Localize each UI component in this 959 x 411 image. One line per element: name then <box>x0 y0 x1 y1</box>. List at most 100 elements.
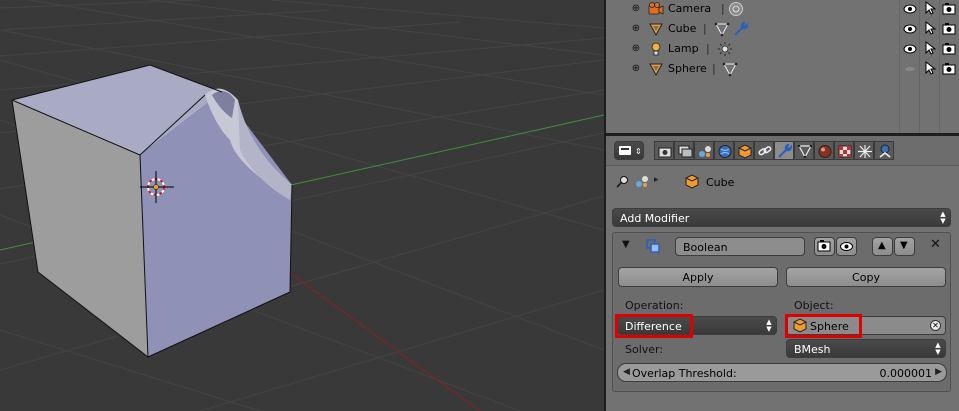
lamp-data-icon[interactable] <box>717 41 733 57</box>
expand-icon[interactable]: ⊕ <box>631 44 641 54</box>
3d-viewport[interactable] <box>0 0 604 411</box>
outliner-item-lamp[interactable]: ⊕ Lamp | <box>606 39 959 59</box>
object-cube-icon <box>685 174 699 189</box>
svg-text:⇕: ⇕ <box>635 147 642 156</box>
expand-icon[interactable]: ⊕ <box>631 24 641 34</box>
select-cursor-icon[interactable] <box>924 61 936 75</box>
remove-modifier-close-icon[interactable]: ✕ <box>930 237 941 252</box>
boolean-modifier-panel: ▼ Boolean ▲ ▼ ✕ Apply Copy Operation: Ob… <box>612 232 951 392</box>
outliner-item-sphere[interactable]: ⊕ Sphere | <box>606 59 959 79</box>
tab-material[interactable] <box>814 141 834 160</box>
add-modifier-label: Add Modifier <box>620 212 690 225</box>
copy-button[interactable]: Copy <box>786 267 946 287</box>
dropdown-arrows-icon: ▲ ▼ <box>766 318 772 333</box>
boolean-modifier-icon <box>646 239 660 253</box>
dropdown-arrows-icon: ▲ ▼ <box>940 210 946 225</box>
camera-render-icon <box>817 240 831 252</box>
mesh-data-tab-icon <box>797 144 813 159</box>
overlap-threshold-slider[interactable]: ◀ Overlap Threshold: 0.000001 ▶ <box>617 363 947 382</box>
eye-icon <box>840 242 853 251</box>
solver-label: Solver: <box>625 343 664 356</box>
select-cursor-icon[interactable] <box>924 21 936 35</box>
editor-type-menu[interactable]: ⇕ <box>614 141 644 160</box>
decrement-arrow-icon[interactable]: ◀ <box>623 367 630 377</box>
move-down-button[interactable]: ▼ <box>894 237 915 256</box>
tab-object-data[interactable] <box>794 141 814 160</box>
render-camera-icon[interactable] <box>942 22 956 36</box>
apply-button[interactable]: Apply <box>618 267 778 287</box>
tab-object[interactable] <box>734 141 754 160</box>
scene-icon <box>699 146 711 157</box>
overlap-threshold-label: Overlap Threshold: <box>632 367 737 380</box>
select-cursor-icon[interactable] <box>924 41 936 55</box>
properties-editor-icon: ⇕ <box>619 146 642 156</box>
collapse-triangle-icon[interactable]: ▼ <box>622 239 630 250</box>
overlap-threshold-value: 0.000001 <box>879 367 933 380</box>
constraints-chain-icon <box>758 146 772 156</box>
physics-icon <box>879 144 891 158</box>
mesh-object-icon <box>649 23 663 36</box>
render-camera-icon[interactable] <box>942 42 956 56</box>
camera-data-icon[interactable] <box>728 1 744 17</box>
mesh-data-icon[interactable] <box>714 21 730 37</box>
tab-physics[interactable] <box>874 141 894 160</box>
tab-particles[interactable] <box>854 141 874 160</box>
outliner-item-label[interactable]: Sphere <box>668 62 707 75</box>
tab-modifiers[interactable] <box>774 141 794 160</box>
particles-icon <box>858 145 872 158</box>
context-object-name: Cube <box>706 176 735 189</box>
outliner-item-label[interactable]: Lamp <box>668 42 699 55</box>
pin-icon[interactable] <box>614 174 630 190</box>
visibility-eye-icon[interactable] <box>903 22 917 36</box>
add-modifier-dropdown[interactable]: Add Modifier ▲ ▼ <box>612 208 951 227</box>
render-toggle-button[interactable] <box>814 237 835 256</box>
tab-world[interactable] <box>714 141 734 160</box>
mesh-data-icon[interactable] <box>722 61 738 77</box>
viewport-toggle-button[interactable] <box>836 237 857 256</box>
expand-icon[interactable]: ⊕ <box>631 4 641 14</box>
visibility-eye-hidden-icon[interactable] <box>903 62 917 76</box>
object-cube-icon <box>738 144 752 159</box>
expand-icon[interactable]: ⊕ <box>631 64 641 74</box>
select-cursor-icon[interactable] <box>924 1 936 15</box>
dropdown-arrows-icon: ▲ ▼ <box>935 341 941 356</box>
tab-scene[interactable] <box>694 141 714 160</box>
render-layers-icon <box>678 145 693 158</box>
wrench-icon <box>778 144 793 158</box>
visibility-eye-icon[interactable] <box>903 2 917 16</box>
arrow-up-icon: ▲ <box>878 240 886 251</box>
increment-arrow-icon[interactable]: ▶ <box>935 367 942 377</box>
scene-context-icon <box>636 176 648 187</box>
apply-label: Apply <box>682 271 714 284</box>
object-origin-icon <box>153 184 159 190</box>
render-camera-tab-icon <box>658 147 672 158</box>
tab-render-layers[interactable] <box>674 141 694 160</box>
context-path: ▸ Cube <box>614 173 944 191</box>
visibility-eye-icon[interactable] <box>903 42 917 56</box>
cube-mesh[interactable] <box>11 64 293 358</box>
blender-window: ⊕ Camera | ⊕ Cube | ⊕ Lamp | ⊕ Sphere | … <box>0 0 959 411</box>
camera-object-icon <box>648 2 664 15</box>
copy-label: Copy <box>852 271 880 284</box>
lamp-object-icon <box>651 42 661 56</box>
outliner-panel: ⊕ Camera | ⊕ Cube | ⊕ Lamp | ⊕ Sphere | <box>606 0 959 133</box>
outliner-item-cube[interactable]: ⊕ Cube | <box>606 19 959 39</box>
tab-render[interactable] <box>654 141 674 160</box>
move-up-button[interactable]: ▲ <box>872 237 893 256</box>
render-camera-icon[interactable] <box>942 62 956 76</box>
properties-tabs: ⇕ <box>606 136 959 166</box>
texture-checker-icon <box>838 145 852 158</box>
solver-dropdown[interactable]: BMesh ▲ ▼ <box>786 339 946 358</box>
outliner-item-label[interactable]: Camera <box>668 2 711 15</box>
tab-texture[interactable] <box>834 141 854 160</box>
solver-value: BMesh <box>794 343 831 356</box>
tab-constraints[interactable] <box>754 141 774 160</box>
clear-field-x-icon[interactable]: ✕ <box>930 320 941 331</box>
modifier-name-field[interactable]: Boolean <box>675 237 805 256</box>
wrench-modifier-icon[interactable] <box>732 21 748 37</box>
render-camera-icon[interactable] <box>942 2 956 16</box>
outliner-item-label[interactable]: Cube <box>668 22 696 35</box>
outliner-item-camera[interactable]: ⊕ Camera | <box>606 0 959 19</box>
material-sphere-icon <box>818 145 832 158</box>
highlight-object <box>785 314 862 338</box>
